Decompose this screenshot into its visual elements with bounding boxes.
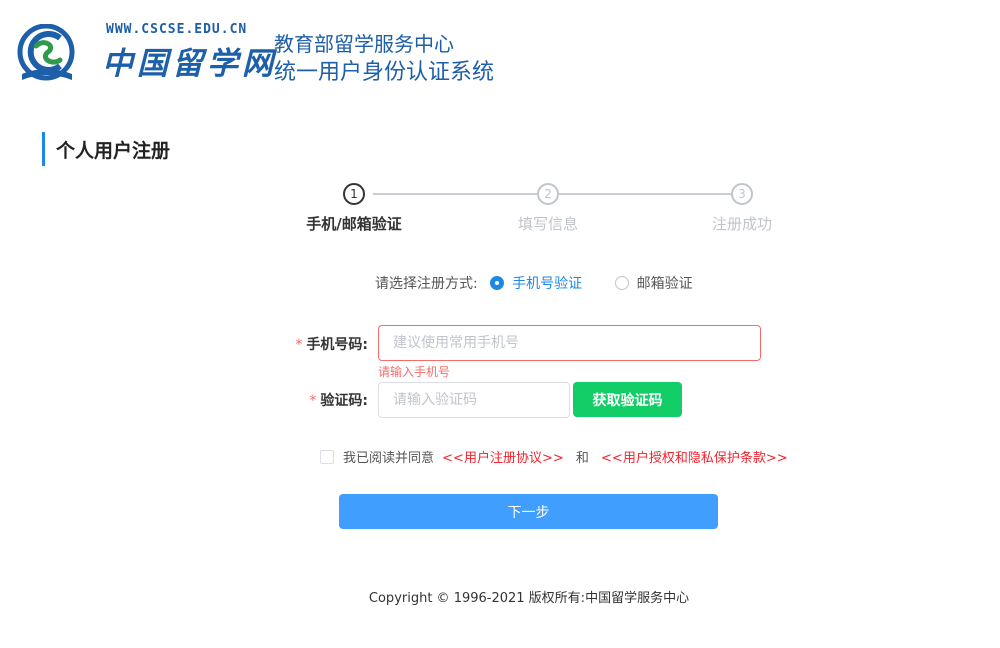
radio-phone-label[interactable]: 手机号验证 bbox=[512, 276, 582, 292]
code-label: * 验证码: bbox=[309, 393, 368, 409]
step-1-label: 手机/邮箱验证 bbox=[306, 215, 402, 233]
footer-copyright: Copyright © 1996-2021 版权所有:中国留学服务中心 bbox=[368, 591, 690, 606]
get-code-button[interactable]: 获取验证码 bbox=[573, 382, 682, 417]
next-step-button[interactable]: 下一步 bbox=[339, 494, 718, 529]
user-agreement-link[interactable]: <<用户注册协议>> bbox=[442, 451, 564, 466]
agreement-conjunction: 和 bbox=[575, 451, 589, 466]
radio-phone[interactable] bbox=[490, 276, 505, 290]
step-3-circle: 3 bbox=[731, 183, 753, 205]
phone-label: * 手机号码: bbox=[295, 337, 368, 353]
method-prompt: 请选择注册方式: bbox=[375, 276, 478, 292]
phone-error-message: 请输入手机号 bbox=[378, 365, 451, 379]
cscse-logo-icon bbox=[17, 24, 75, 81]
site-url: WWW.CSCSE.EDU.CN bbox=[106, 22, 248, 37]
verification-code-input[interactable] bbox=[378, 382, 570, 418]
phone-input[interactable] bbox=[378, 325, 761, 361]
radio-email[interactable] bbox=[614, 276, 629, 290]
org-name: 教育部留学服务中心 bbox=[274, 32, 454, 56]
required-mark: * bbox=[309, 393, 317, 409]
step-2-label: 填写信息 bbox=[517, 215, 579, 233]
required-mark: * bbox=[295, 337, 303, 353]
agree-checkbox[interactable] bbox=[320, 449, 334, 464]
step-connector bbox=[559, 193, 731, 195]
agreement-row: 我已阅读并同意 <<用户注册协议>> 和 <<用户授权和隐私保护条款>> bbox=[320, 447, 788, 466]
step-3-label: 注册成功 bbox=[711, 215, 773, 233]
site-name: 中国留学网 bbox=[102, 46, 277, 82]
system-name: 统一用户身份认证系统 bbox=[274, 60, 495, 85]
step-1-circle: 1 bbox=[343, 183, 365, 205]
registration-steps: 1 2 3 手机/邮箱验证 填写信息 注册成功 bbox=[300, 180, 780, 240]
privacy-policy-link[interactable]: <<用户授权和隐私保护条款>> bbox=[601, 451, 788, 466]
page-title: 个人用户注册 bbox=[42, 132, 170, 166]
agreement-text: 我已阅读并同意 bbox=[343, 451, 435, 466]
step-2-circle: 2 bbox=[537, 183, 559, 205]
site-header: WWW.CSCSE.EDU.CN 中国留学网 教育部留学服务中心 统一用户身份认… bbox=[16, 20, 576, 90]
register-method-row: 请选择注册方式: 手机号验证 邮箱验证 bbox=[375, 273, 693, 293]
step-connector bbox=[373, 193, 537, 195]
radio-email-label[interactable]: 邮箱验证 bbox=[637, 276, 693, 292]
